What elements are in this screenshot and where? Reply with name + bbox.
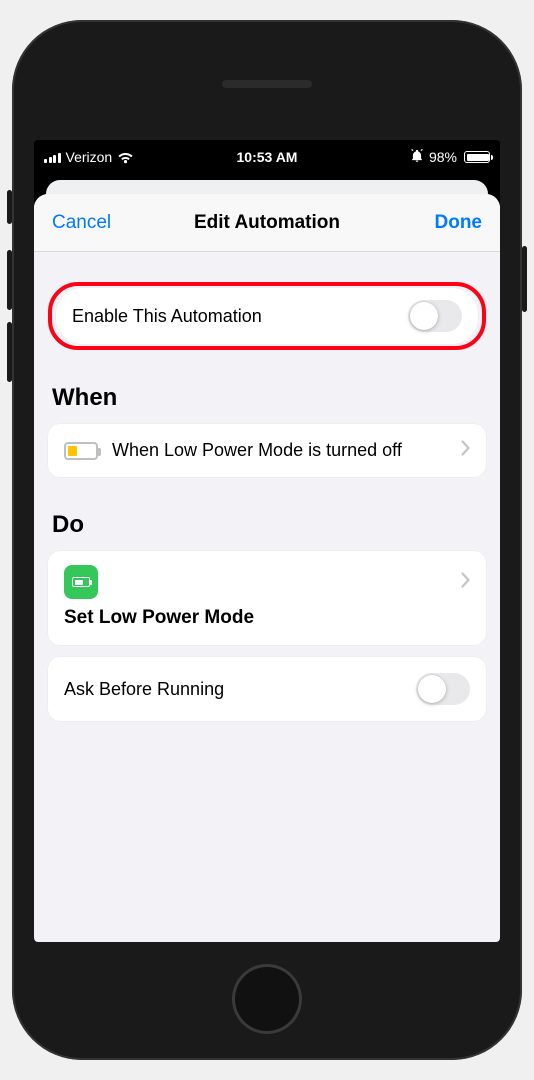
earpiece-speaker bbox=[222, 80, 312, 88]
alarm-icon bbox=[410, 149, 424, 166]
cancel-button[interactable]: Cancel bbox=[52, 212, 111, 234]
battery-percent: 98% bbox=[429, 149, 457, 165]
navigation-bar: Cancel Edit Automation Done bbox=[34, 194, 500, 252]
low-battery-icon bbox=[64, 442, 98, 460]
battery-icon bbox=[464, 151, 490, 163]
enable-automation-row[interactable]: Enable This Automation bbox=[56, 288, 478, 344]
do-section-title: Do bbox=[52, 511, 482, 539]
volume-up-button[interactable] bbox=[7, 250, 12, 310]
volume-down-button[interactable] bbox=[7, 322, 12, 382]
done-button[interactable]: Done bbox=[435, 212, 483, 234]
highlight-annotation: Enable This Automation bbox=[48, 282, 486, 350]
power-button[interactable] bbox=[522, 246, 527, 312]
clock: 10:53 AM bbox=[237, 149, 298, 165]
enable-automation-label: Enable This Automation bbox=[72, 306, 394, 327]
status-bar: Verizon 10:53 AM 98% bbox=[34, 140, 500, 174]
mute-switch[interactable] bbox=[7, 190, 12, 224]
wifi-icon bbox=[117, 151, 134, 164]
chevron-right-icon bbox=[461, 440, 470, 461]
do-action-label: Set Low Power Mode bbox=[64, 607, 470, 629]
carrier-label: Verizon bbox=[66, 149, 113, 165]
screen: Verizon 10:53 AM 98% Cancel Edit Auto bbox=[34, 140, 500, 942]
cell-signal-icon bbox=[44, 151, 61, 163]
enable-automation-toggle[interactable] bbox=[408, 300, 462, 332]
when-trigger-label: When Low Power Mode is turned off bbox=[112, 440, 447, 461]
ask-before-running-toggle[interactable] bbox=[416, 673, 470, 705]
chevron-right-icon bbox=[461, 572, 470, 593]
when-trigger-row[interactable]: When Low Power Mode is turned off bbox=[48, 424, 486, 477]
low-power-mode-icon bbox=[64, 565, 98, 599]
ask-before-running-row[interactable]: Ask Before Running bbox=[48, 657, 486, 721]
home-button[interactable] bbox=[232, 964, 302, 1034]
do-action-row[interactable]: Set Low Power Mode bbox=[48, 551, 486, 645]
edit-automation-sheet: Cancel Edit Automation Done Enable This … bbox=[34, 194, 500, 942]
ask-before-running-label: Ask Before Running bbox=[64, 679, 402, 700]
modal-backdrop: Cancel Edit Automation Done Enable This … bbox=[34, 174, 500, 942]
page-title: Edit Automation bbox=[194, 212, 340, 234]
when-section-title: When bbox=[52, 384, 482, 412]
device-frame: Verizon 10:53 AM 98% Cancel Edit Auto bbox=[12, 20, 522, 1060]
